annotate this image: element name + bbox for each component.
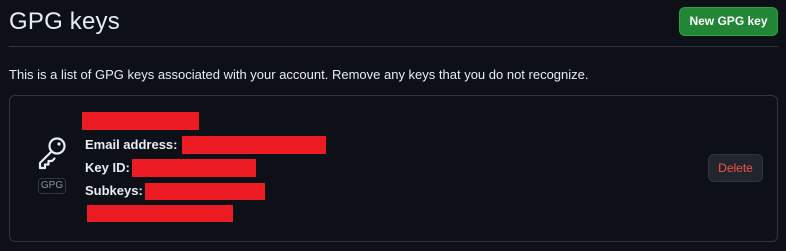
delete-key-button[interactable]: Delete bbox=[708, 154, 763, 182]
title-divider bbox=[9, 46, 778, 47]
redacted-email-value bbox=[182, 136, 326, 154]
key-id-label: Key ID: bbox=[85, 160, 130, 175]
key-icon-group: GPG bbox=[32, 136, 72, 196]
redacted-key-name bbox=[82, 112, 199, 130]
redacted-subkeys-value bbox=[145, 183, 265, 200]
redacted-key-id-value bbox=[132, 159, 256, 177]
subkeys-label: Subkeys: bbox=[85, 183, 143, 198]
gpg-keys-page: GPG keys New GPG key This is a list of G… bbox=[0, 0, 786, 251]
new-gpg-key-button[interactable]: New GPG key bbox=[679, 7, 778, 36]
redacted-subkey-line bbox=[87, 205, 233, 222]
email-address-label: Email address: bbox=[85, 137, 178, 152]
gpg-key-item: GPG Email address: Key ID: Subkeys: Dele… bbox=[9, 95, 778, 242]
page-title: GPG keys bbox=[9, 8, 120, 35]
description-text: This is a list of GPG keys associated wi… bbox=[9, 67, 589, 82]
gpg-badge: GPG bbox=[38, 178, 66, 194]
key-icon bbox=[38, 137, 66, 170]
